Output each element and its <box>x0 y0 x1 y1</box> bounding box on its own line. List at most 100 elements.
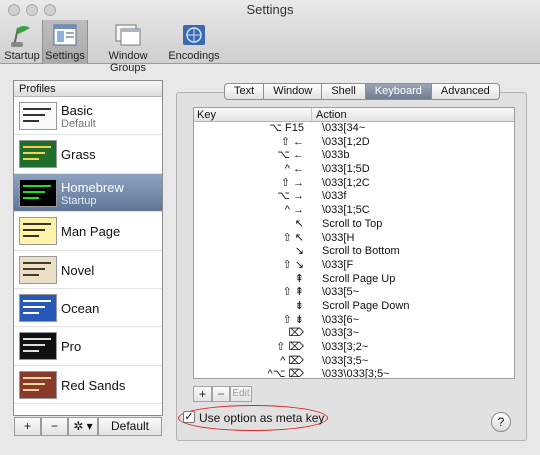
table-row[interactable]: ^⌥ ⌦ \033\033[3;5~ <box>194 368 514 379</box>
profile-item[interactable]: Basic Default <box>14 97 162 136</box>
table-row[interactable]: ⇧ ⇟ \033[6~ <box>194 314 514 328</box>
profile-thumbnail <box>19 102 57 130</box>
table-row[interactable]: ⌥ → \033f <box>194 190 514 204</box>
toolbar-encodings[interactable]: Encodings <box>168 20 220 64</box>
profile-item[interactable]: Red Sands <box>14 366 162 405</box>
profile-name: Homebrew <box>61 179 124 195</box>
action-cell: \033[1;5C <box>322 204 370 217</box>
tab-text[interactable]: Text <box>224 83 265 100</box>
action-cell: Scroll Page Down <box>322 299 410 312</box>
profile-item[interactable]: Grass <box>14 135 162 174</box>
toolbar-encodings-label: Encodings <box>168 50 220 62</box>
profile-thumbnail <box>19 332 57 361</box>
table-row[interactable]: ⇧ → \033[1;2C <box>194 177 514 191</box>
option-meta-label[interactable]: Use option as meta key <box>199 411 324 425</box>
table-row[interactable]: ⌦ \033[3~ <box>194 327 514 341</box>
profile-item[interactable]: Man Page <box>14 212 162 251</box>
table-row[interactable]: ↘ Scroll to Bottom <box>194 245 514 259</box>
table-row[interactable]: ⌥ F15 \033[34~ <box>194 122 514 136</box>
action-cell: \033f <box>322 190 347 203</box>
table-row[interactable]: ⇧ ↖ \033[H <box>194 232 514 246</box>
profile-item[interactable]: Homebrew Startup <box>14 173 162 213</box>
table-row[interactable]: ^ ← \033[1;5D <box>194 163 514 177</box>
table-row[interactable]: ⌥ ← \033b <box>194 149 514 163</box>
action-cell: \033[6~ <box>322 313 360 326</box>
action-cell: \033[1;2C <box>322 176 370 189</box>
remove-profile-button[interactable]: − <box>41 417 68 436</box>
toolbar-startup[interactable]: Startup <box>2 20 42 64</box>
table-row[interactable]: ↖ Scroll to Top <box>194 218 514 232</box>
key-cell: ^⌥ ⌦ <box>267 368 304 379</box>
action-cell: \033[3;5~ <box>322 354 369 367</box>
table-row[interactable]: ⇟ Scroll Page Down <box>194 300 514 314</box>
profile-name: Grass <box>61 147 96 163</box>
toolbar-window-groups[interactable]: Window Groups <box>90 20 166 74</box>
help-button[interactable]: ? <box>491 412 511 432</box>
profile-actions-gear-button[interactable]: ✲ ▾ <box>68 417 98 436</box>
globe-encodings-icon <box>183 25 205 45</box>
profiles-list[interactable]: Profiles Basic Default Grass Homebrew Startu… <box>13 80 163 416</box>
key-cell: ⌥ F15 <box>269 122 304 134</box>
table-row[interactable]: ⇧ ↘ \033[F <box>194 259 514 273</box>
action-cell: \033[3;2~ <box>322 341 369 353</box>
toolbar-settings[interactable]: Settings <box>42 20 88 64</box>
table-row[interactable]: ^ → \033[1;5C <box>194 204 514 218</box>
table-row[interactable]: ^ ⌦ \033[3;5~ <box>194 355 514 369</box>
key-cell: ⇧ ← <box>280 135 304 148</box>
action-cell: \033[F <box>322 258 354 271</box>
key-cell: ⇧ ⌦ <box>276 341 304 353</box>
switch-flag-icon <box>11 26 30 47</box>
key-cell: ⌥ → <box>277 190 304 203</box>
column-header-action[interactable]: Action <box>312 108 347 121</box>
settings-window-icon <box>53 24 77 46</box>
table-row[interactable]: ⇧ ⌦ \033[3;2~ <box>194 341 514 355</box>
option-meta-checkbox[interactable]: ✓ <box>183 411 195 423</box>
toolbar-window-groups-label: Window Groups <box>108 50 148 74</box>
key-cell: ⇧ ⇟ <box>282 313 305 326</box>
settings-window: Settings Startup Settings Window Groups … <box>0 0 540 455</box>
table-row[interactable]: ⇞ Scroll Page Up <box>194 273 514 287</box>
action-cell: Scroll Page Up <box>322 272 396 285</box>
action-cell: \033[5~ <box>322 286 360 299</box>
action-cell: \033[34~ <box>322 122 366 134</box>
profile-name: Pro <box>61 339 82 355</box>
tab-keyboard[interactable]: Keyboard <box>365 83 432 100</box>
profile-thumbnail <box>19 293 57 322</box>
table-row[interactable]: ⇧ ⇞ \033[5~ <box>194 286 514 300</box>
toolbar: Settings Startup Settings Window Groups … <box>0 0 540 74</box>
tab-advanced[interactable]: Advanced <box>431 83 500 100</box>
key-cell: ^ ⌦ <box>280 354 304 367</box>
key-cell: ↘ <box>294 245 304 258</box>
tab-window[interactable]: Window <box>264 83 323 100</box>
action-cell: \033[3~ <box>322 327 360 340</box>
profiles-header: Profiles <box>14 81 162 97</box>
column-header-key[interactable]: Key <box>194 108 312 121</box>
key-cell: ⇟ <box>294 299 304 312</box>
profile-thumbnail <box>19 255 57 284</box>
key-cell: ^ → <box>284 204 304 217</box>
add-key-mapping-button[interactable]: + <box>193 386 212 402</box>
set-default-profile-button[interactable]: Default <box>98 417 162 436</box>
profile-thumbnail <box>19 140 57 169</box>
profile-name: Ocean <box>61 300 100 316</box>
add-profile-button[interactable]: + <box>14 417 41 436</box>
settings-tabs: Text Window Shell Keyboard Advanced <box>224 83 500 100</box>
remove-key-mapping-button[interactable]: − <box>212 386 230 402</box>
profile-item[interactable]: Novel <box>14 251 162 289</box>
keyboard-table[interactable]: Key Action ⌥ F15 \033[34~ ⇧ ← \033[1;2D ⌥ ← \… <box>193 107 515 379</box>
profile-item[interactable]: Ocean <box>14 289 162 328</box>
key-cell: ⇧ → <box>280 176 304 189</box>
key-cell: ⇧ ↖ <box>282 231 305 244</box>
profile-subtitle: Startup <box>61 194 97 207</box>
profile-item[interactable]: Pro <box>14 327 162 366</box>
profile-subtitle: Default <box>61 118 96 130</box>
table-row[interactable]: ⇧ ← \033[1;2D <box>194 136 514 150</box>
window-title: Settings <box>246 2 294 17</box>
key-cell: ⇞ <box>294 272 304 285</box>
edit-key-mapping-button[interactable]: Edit <box>230 386 252 402</box>
profile-name: Basic <box>61 103 93 118</box>
action-cell: \033[1;5D <box>322 163 370 176</box>
action-cell: \033\033[3;5~ <box>322 368 390 379</box>
action-cell: Scroll to Top <box>322 217 383 230</box>
tab-shell[interactable]: Shell <box>322 83 366 100</box>
